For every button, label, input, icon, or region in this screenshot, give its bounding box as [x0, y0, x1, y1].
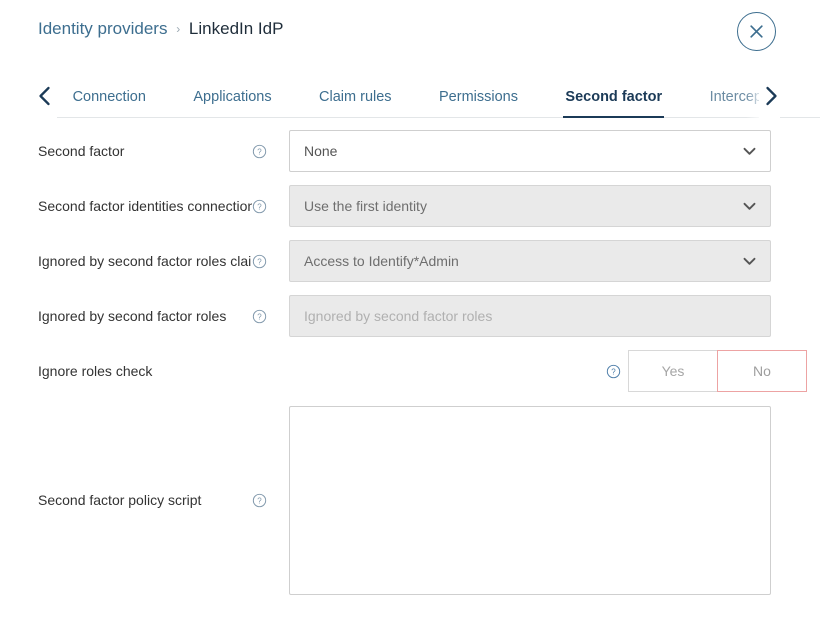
breadcrumb: Identity providers › LinkedIn IdP: [38, 17, 283, 42]
label-identities-connection: Second factor identities connection: [38, 198, 252, 214]
tab-connection[interactable]: Connection: [73, 78, 146, 118]
input-ignored-roles-placeholder: Ignored by second factor roles: [304, 308, 493, 324]
chevron-right-icon: [763, 85, 780, 112]
tab-second-factor[interactable]: Second factor: [563, 78, 664, 118]
tab-bar: ral Connection Applications Claim rules …: [0, 78, 820, 118]
tab-strip: ral Connection Applications Claim rules …: [38, 78, 782, 118]
breadcrumb-current: LinkedIn IdP: [188, 19, 284, 38]
chevron-down-icon: [743, 257, 756, 266]
help-icon-policy-script[interactable]: ?: [252, 493, 289, 508]
help-circle-icon: ?: [606, 364, 620, 378]
textarea-policy-script[interactable]: [289, 405, 771, 595]
ignore-roles-check-yes-button[interactable]: Yes: [628, 350, 718, 392]
resize-handle-icon[interactable]: [756, 580, 768, 592]
svg-text:?: ?: [257, 202, 262, 211]
help-circle-icon: ?: [252, 144, 267, 158]
tab-permissions[interactable]: Permissions: [439, 78, 518, 118]
help-icon-ignored-roles[interactable]: ?: [252, 309, 289, 324]
select-identities-connection[interactable]: Use the first identity: [289, 185, 771, 227]
form-row-ignore-roles-check: Ignore roles check ? Yes No: [0, 350, 820, 392]
label-second-factor: Second factor: [38, 143, 125, 159]
tab-intercept-label: Intercept: [709, 89, 766, 105]
svg-text:?: ?: [611, 367, 616, 376]
help-icon-ignore-roles-check[interactable]: ?: [598, 364, 628, 379]
input-ignored-roles[interactable]: Ignored by second factor roles: [289, 295, 771, 337]
tabs-next-button[interactable]: [759, 78, 780, 118]
select-roles-claim-type-value: Access to Identify*Admin: [304, 253, 459, 269]
ignore-roles-check-toggle: Yes No: [628, 350, 808, 392]
chevron-down-icon: [743, 147, 756, 156]
select-roles-claim-type[interactable]: Access to Identify*Admin: [289, 240, 771, 282]
chevron-left-icon: [36, 85, 53, 112]
tabs-prev-button[interactable]: [36, 78, 57, 118]
breadcrumb-parent-link[interactable]: Identity providers: [38, 19, 167, 38]
svg-text:?: ?: [257, 147, 262, 156]
help-circle-icon: ?: [252, 254, 267, 268]
form-row-roles-claim-type: Ignored by second factor roles claim typ…: [0, 240, 820, 282]
page-header: Identity providers › LinkedIn IdP: [0, 0, 820, 78]
select-identities-connection-value: Use the first identity: [304, 198, 427, 214]
help-circle-icon: ?: [252, 493, 267, 507]
label-ignore-roles-check: Ignore roles check: [38, 363, 153, 379]
select-second-factor-value: None: [304, 143, 338, 159]
label-ignored-roles: Ignored by second factor roles: [38, 308, 227, 324]
help-circle-icon: ?: [252, 199, 267, 213]
second-factor-form: Second factor ? None Second factor ident…: [0, 118, 820, 595]
svg-text:?: ?: [257, 312, 262, 321]
chevron-down-icon: [743, 202, 756, 211]
svg-text:?: ?: [257, 257, 262, 266]
help-circle-icon: ?: [252, 309, 267, 323]
label-roles-claim-type: Ignored by second factor roles claim typ: [38, 253, 252, 269]
tab-applications[interactable]: Applications: [193, 78, 271, 118]
help-icon-identities-connection[interactable]: ?: [252, 199, 289, 214]
form-row-identities-connection: Second factor identities connection ? Us…: [0, 185, 820, 227]
svg-text:?: ?: [257, 496, 262, 505]
select-second-factor[interactable]: None: [289, 130, 771, 172]
breadcrumb-separator: ›: [176, 22, 181, 36]
close-button[interactable]: [737, 12, 776, 51]
help-icon-roles-claim-type[interactable]: ?: [252, 254, 289, 269]
form-row-second-factor: Second factor ? None: [0, 130, 820, 172]
form-row-policy-script: Second factor policy script ?: [0, 405, 820, 595]
tab-intercept[interactable]: Intercept: [709, 78, 768, 118]
tab-claim-rules[interactable]: Claim rules: [319, 78, 392, 118]
form-row-ignored-roles: Ignored by second factor roles ? Ignored…: [0, 295, 820, 337]
close-icon: [749, 24, 764, 39]
help-icon-second-factor[interactable]: ?: [252, 144, 289, 159]
ignore-roles-check-no-button[interactable]: No: [717, 350, 807, 392]
label-policy-script: Second factor policy script: [38, 492, 202, 508]
